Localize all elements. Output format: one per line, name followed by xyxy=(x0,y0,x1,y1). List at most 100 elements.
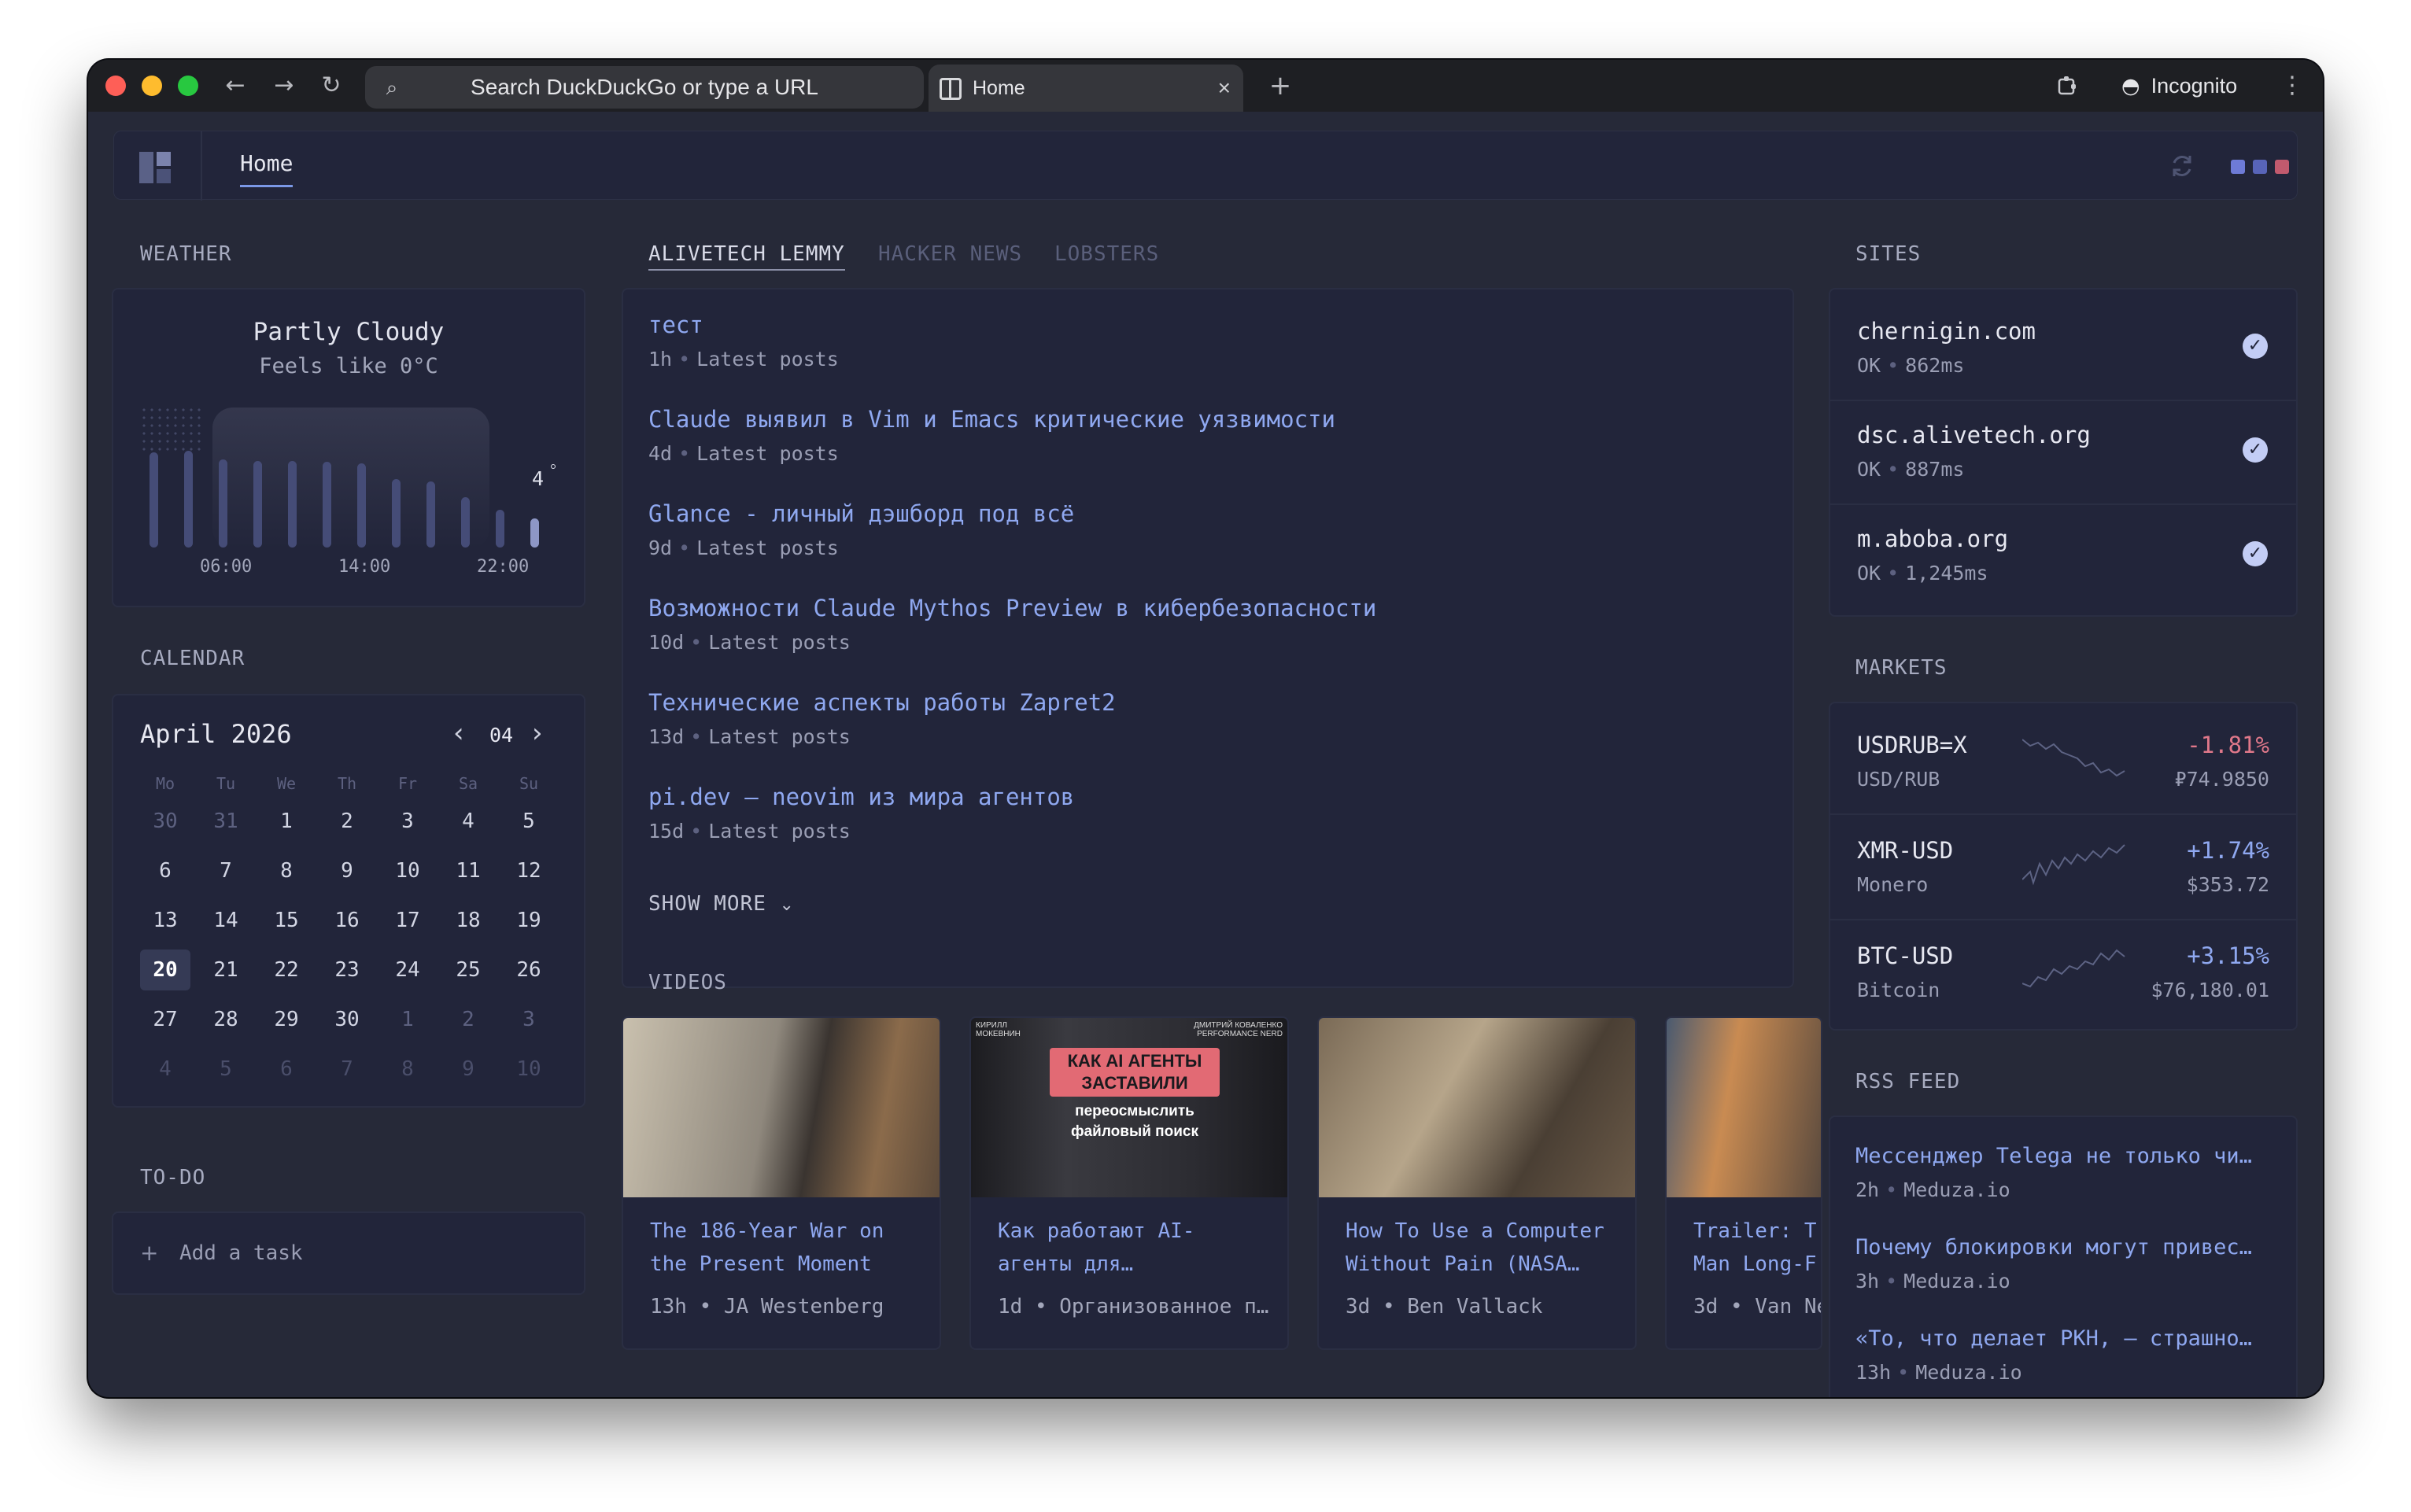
tab-title: Home xyxy=(973,77,1025,99)
calendar-day[interactable]: 22 xyxy=(261,950,312,990)
video-card[interactable]: КАК AI АГЕНТЫ ЗАСТАВИЛИ переосмыслить файло… xyxy=(969,1016,1289,1350)
calendar-day[interactable]: 4 xyxy=(140,1049,190,1090)
calendar-day[interactable]: 7 xyxy=(322,1049,372,1090)
tab-home[interactable]: Home xyxy=(240,150,294,187)
site-name[interactable]: m.aboba.org xyxy=(1857,526,2008,552)
video-card[interactable]: How To Use a Computer Without Pain (NASA… xyxy=(1317,1016,1637,1350)
theme-swatch-blue[interactable] xyxy=(2231,160,2245,174)
calendar-day[interactable]: 8 xyxy=(382,1049,433,1090)
calendar-day[interactable]: 27 xyxy=(140,999,190,1040)
calendar-day[interactable]: 2 xyxy=(443,999,493,1040)
post-title-link[interactable]: Claude выявил в Vim и Emacs критические … xyxy=(648,406,1335,433)
video-thumbnail[interactable] xyxy=(623,1018,940,1197)
browser-menu-icon[interactable]: ⋮ xyxy=(2276,69,2309,102)
calendar-day[interactable]: 15 xyxy=(261,900,312,941)
new-tab-icon[interactable]: + xyxy=(1264,69,1297,102)
site-name[interactable]: dsc.alivetech.org xyxy=(1857,422,2091,448)
post-title-link[interactable]: Glance - личный дэшборд под всё xyxy=(648,500,1074,527)
rss-item-title[interactable]: Почему блокировки могут привес… xyxy=(1855,1235,2280,1259)
video-title[interactable]: How To Use a Computer Without Pain (NASA… xyxy=(1346,1215,1629,1281)
tab-alivetech-lemmy[interactable]: ALIVETECH LEMMY xyxy=(648,242,845,271)
calendar-day[interactable]: 9 xyxy=(322,850,372,891)
calendar-day[interactable]: 5 xyxy=(504,801,554,842)
theme-swatch-red[interactable] xyxy=(2275,160,2289,174)
post-title-link[interactable]: pi.dev — neovim из мира агентов xyxy=(648,784,1074,810)
maximize-window-button[interactable] xyxy=(178,76,198,96)
calendar-day[interactable]: 24 xyxy=(382,950,433,990)
back-icon[interactable]: ← xyxy=(219,69,252,102)
post-title-link[interactable]: Технические аспекты работы Zapret2 xyxy=(648,689,1116,716)
calendar-day[interactable]: 1 xyxy=(261,801,312,842)
calendar-day[interactable]: 4 xyxy=(443,801,493,842)
calendar-day[interactable]: 20 xyxy=(140,950,190,990)
video-card[interactable]: Trailer: T Man Long-F 3d • Van Ne xyxy=(1665,1016,1822,1350)
post-title-link[interactable]: тест xyxy=(648,312,703,338)
video-title[interactable]: Как работают AI- агенты для… xyxy=(998,1215,1281,1281)
calendar-day[interactable]: 10 xyxy=(504,1049,554,1090)
rss-item-title[interactable]: «То, что делает РКН, — страшно… xyxy=(1855,1326,2280,1351)
close-window-button[interactable] xyxy=(105,76,126,96)
video-thumbnail[interactable] xyxy=(1667,1018,1821,1197)
calendar-day[interactable]: 12 xyxy=(504,850,554,891)
minimize-window-button[interactable] xyxy=(142,76,162,96)
calendar-day[interactable]: 28 xyxy=(201,999,251,1040)
calendar-day[interactable]: 10 xyxy=(382,850,433,891)
todo-card: + Add a task xyxy=(112,1211,585,1295)
calendar-day[interactable]: 30 xyxy=(140,801,190,842)
calendar-day[interactable]: 14 xyxy=(201,900,251,941)
video-title[interactable]: The 186-Year War on the Present Moment xyxy=(650,1215,933,1281)
calendar-day[interactable]: 8 xyxy=(261,850,312,891)
market-symbol[interactable]: XMR-USD xyxy=(1857,837,1953,864)
incognito-indicator[interactable]: ◓ Incognito xyxy=(2121,66,2237,105)
calendar-day[interactable]: 25 xyxy=(443,950,493,990)
calendar-day[interactable]: 17 xyxy=(382,900,433,941)
add-task-input[interactable]: Add a task xyxy=(179,1241,303,1265)
market-symbol[interactable]: USDRUB=X xyxy=(1857,732,1967,758)
tab-lobsters[interactable]: LOBSTERS xyxy=(1054,242,1159,266)
market-symbol[interactable]: BTC-USD xyxy=(1857,942,1953,969)
calendar-day[interactable]: 19 xyxy=(504,900,554,941)
theme-switcher[interactable] xyxy=(2231,160,2294,174)
calendar-day[interactable]: 16 xyxy=(322,900,372,941)
rss-item-title[interactable]: Мессенджер Telega не только чи… xyxy=(1855,1144,2280,1168)
video-card[interactable]: The 186-Year War on the Present Moment 13… xyxy=(622,1016,941,1350)
post-title-link[interactable]: Возможности Claude Mythos Preview в кибе… xyxy=(648,595,1376,621)
calendar-day[interactable]: 2 xyxy=(322,801,372,842)
forward-icon[interactable]: → xyxy=(268,69,301,102)
extensions-icon[interactable] xyxy=(2051,69,2084,102)
site-name[interactable]: chernigin.com xyxy=(1857,318,2036,345)
calendar-day[interactable]: 5 xyxy=(201,1049,251,1090)
tab-close-icon[interactable]: × xyxy=(1218,65,1231,112)
calendar-day[interactable]: 31 xyxy=(201,801,251,842)
video-thumbnail[interactable]: КАК AI АГЕНТЫ ЗАСТАВИЛИ переосмыслить файло… xyxy=(971,1018,1287,1197)
calendar-day[interactable]: 26 xyxy=(504,950,554,990)
calendar-day[interactable]: 1 xyxy=(382,999,433,1040)
tab-hacker-news[interactable]: HACKER NEWS xyxy=(878,242,1022,266)
calendar-day[interactable]: 21 xyxy=(201,950,251,990)
calendar-day[interactable]: 6 xyxy=(261,1049,312,1090)
reload-icon[interactable]: ↻ xyxy=(315,69,348,102)
show-more-button[interactable]: SHOW MORE ⌄ xyxy=(648,892,795,916)
calendar-prev-icon[interactable]: ‹ xyxy=(453,717,464,749)
calendar-day[interactable]: 30 xyxy=(322,999,372,1040)
browser-tab-home[interactable]: Home × xyxy=(929,65,1243,112)
weather-time-label: 14:00 xyxy=(338,557,391,577)
calendar-day[interactable]: 13 xyxy=(140,900,190,941)
calendar-next-icon[interactable]: › xyxy=(532,717,543,749)
theme-swatch-indigo[interactable] xyxy=(2253,160,2267,174)
calendar-day[interactable]: 7 xyxy=(201,850,251,891)
calendar-day[interactable]: 29 xyxy=(261,999,312,1040)
separator-dot: • xyxy=(1885,1270,1898,1293)
video-title[interactable]: Trailer: T Man Long-F xyxy=(1693,1215,1821,1281)
thumbnail-headline-line: ЗАСТАВИЛИ xyxy=(1081,1073,1188,1093)
address-bar[interactable]: ⌕ Search DuckDuckGo or type a URL xyxy=(365,66,924,109)
video-thumbnail[interactable] xyxy=(1319,1018,1635,1197)
calendar-day[interactable]: 6 xyxy=(140,850,190,891)
calendar-day[interactable]: 3 xyxy=(382,801,433,842)
refresh-icon[interactable] xyxy=(2166,150,2198,182)
calendar-day[interactable]: 18 xyxy=(443,900,493,941)
calendar-day[interactable]: 11 xyxy=(443,850,493,891)
calendar-day[interactable]: 23 xyxy=(322,950,372,990)
calendar-day[interactable]: 3 xyxy=(504,999,554,1040)
calendar-day[interactable]: 9 xyxy=(443,1049,493,1090)
